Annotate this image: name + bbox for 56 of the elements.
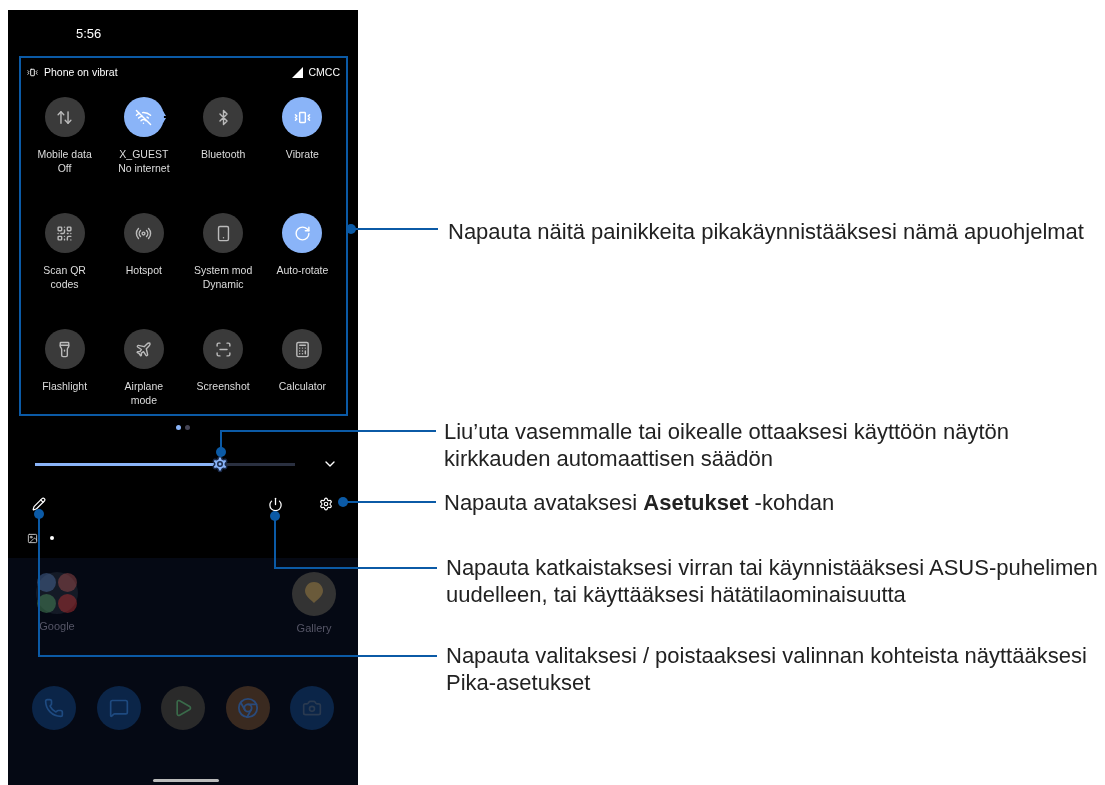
- page-dot[interactable]: [185, 424, 190, 430]
- tile-label: System mod Dynamic: [193, 263, 253, 291]
- brightness-slider[interactable]: [35, 454, 295, 474]
- signal-icon: [291, 66, 303, 78]
- quick-tile-button[interactable]: [282, 213, 323, 253]
- quick-tile-button[interactable]: [203, 213, 244, 253]
- page-dot[interactable]: [176, 424, 181, 430]
- tile-label: Calculator: [278, 379, 326, 393]
- app-label: Google: [39, 620, 75, 632]
- arrows-icon: [56, 108, 74, 126]
- tile-label: Airplane mode: [124, 379, 164, 407]
- callout-text: Liu’uta vasemmalle tai oikealle ottaaksesi käyttöön näytön kirkkauden automaattisen säädön: [444, 418, 1009, 472]
- clock-time: 5:56: [76, 25, 102, 41]
- tile-label: X_GUEST No internet: [118, 147, 170, 175]
- callout-text: Napauta avataksesi Asetukset -kohdan: [444, 489, 835, 516]
- tile-label: Auto-rotate: [276, 263, 329, 277]
- callout-text: Napauta valitaksesi / poistaaksesi valinnan kohteista näyttääksesi Pika-asetukset: [446, 642, 1087, 696]
- quick-tile-button[interactable]: [282, 97, 323, 137]
- power-icon[interactable]: [268, 496, 283, 512]
- quick-tile-button[interactable]: [123, 329, 164, 369]
- play-icon[interactable]: [161, 686, 205, 730]
- pencil-icon[interactable]: [32, 497, 46, 511]
- quick-tile-button[interactable]: [203, 97, 244, 137]
- image-icon: [27, 532, 38, 544]
- tile-label: Flashlight: [42, 379, 88, 393]
- carrier-name: CMCC: [308, 66, 340, 78]
- app-folder-icon[interactable]: [36, 572, 78, 614]
- callout-text: Napauta katkaistaksesi virran tai käynnistääksesi ASUS-puhelimen uudelleen, tai käyttääksesi hätätilaominaisuutta: [446, 554, 1098, 608]
- tile-label: Bluetooth: [200, 147, 246, 161]
- quick-tile-button[interactable]: [44, 213, 85, 253]
- quick-tile-button[interactable]: [123, 213, 164, 253]
- tile-label: Scan QR codes: [43, 263, 86, 291]
- quick-tile-button[interactable]: [44, 329, 85, 369]
- screenshot-icon: [214, 340, 232, 358]
- brightness-thumb[interactable]: [210, 455, 229, 473]
- callout-text: Napauta näitä painikkeita pikakäynnistääksesi nämä apuohjelmat: [448, 218, 1084, 245]
- notification-dot: [50, 536, 54, 540]
- rotate-icon: [293, 224, 311, 242]
- qr-code-icon: [56, 224, 74, 242]
- settings-icon[interactable]: [319, 497, 333, 511]
- tile-label: Mobile data Off: [37, 147, 92, 175]
- tile-label: Vibrate: [285, 147, 319, 161]
- quick-tile-button[interactable]: [123, 97, 164, 137]
- vibrate-icon: [27, 66, 38, 78]
- app-label: Gallery: [296, 622, 332, 634]
- ringer-status: Phone on vibrat: [44, 66, 118, 78]
- home-handle[interactable]: [153, 779, 219, 782]
- calculator-icon: [293, 340, 311, 358]
- tile-label: Screenshot: [196, 379, 250, 393]
- wifi-off-icon: [135, 108, 153, 126]
- data-activity-icon: [160, 111, 167, 123]
- airplane-icon: [135, 340, 153, 358]
- quick-tile-button[interactable]: [44, 97, 85, 137]
- tile-label: Hotspot: [125, 263, 162, 277]
- quick-tile-button[interactable]: [282, 329, 323, 369]
- quick-tile-button[interactable]: [203, 329, 244, 369]
